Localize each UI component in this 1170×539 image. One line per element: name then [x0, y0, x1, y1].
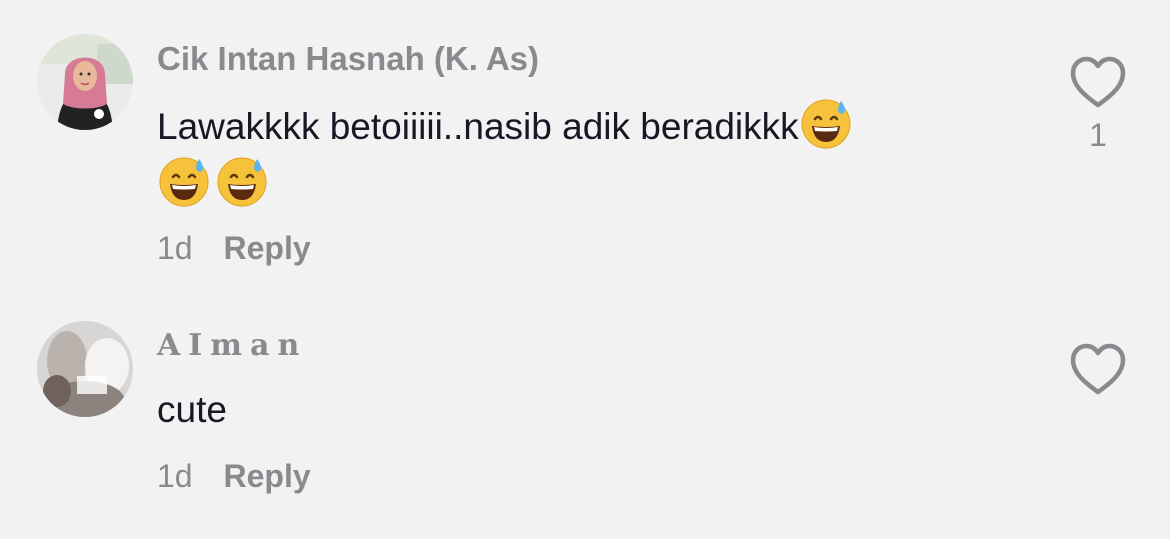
like-button[interactable]: 1	[1068, 55, 1128, 154]
comment-item: AIman cute 1d Reply	[0, 300, 1170, 539]
avatar[interactable]	[37, 34, 133, 130]
avatar-image	[37, 321, 133, 417]
username[interactable]: AIman	[157, 328, 307, 363]
avatar[interactable]	[37, 321, 133, 417]
comment-item: Cik Intan Hasnah (K. As) Lawakkkk betoii…	[0, 0, 1170, 300]
comment-meta: 1d Reply	[157, 230, 311, 267]
reply-button[interactable]: Reply	[223, 458, 310, 494]
comment-time: 1d	[157, 458, 193, 494]
heart-outline-icon	[1070, 56, 1126, 108]
grinning-face-with-sweat-icon	[157, 155, 211, 209]
comment-text: cute	[157, 389, 227, 430]
like-count: 1	[1089, 117, 1107, 153]
grinning-face-with-sweat-icon	[799, 97, 853, 151]
avatar-image	[37, 34, 133, 130]
comment-body: Lawakkkk betoiiiii..nasib adik beradikkk	[157, 106, 799, 147]
reply-button[interactable]: Reply	[223, 230, 310, 266]
heart-outline-icon	[1070, 343, 1126, 395]
username[interactable]: Cik Intan Hasnah (K. As)	[157, 40, 539, 78]
comment-text: Lawakkkk betoiiiii..nasib adik beradikkk	[157, 97, 1017, 213]
comment-meta: 1d Reply	[157, 458, 311, 495]
comment-time: 1d	[157, 230, 193, 266]
like-button[interactable]	[1068, 342, 1128, 396]
grinning-face-with-sweat-icon	[215, 155, 269, 209]
